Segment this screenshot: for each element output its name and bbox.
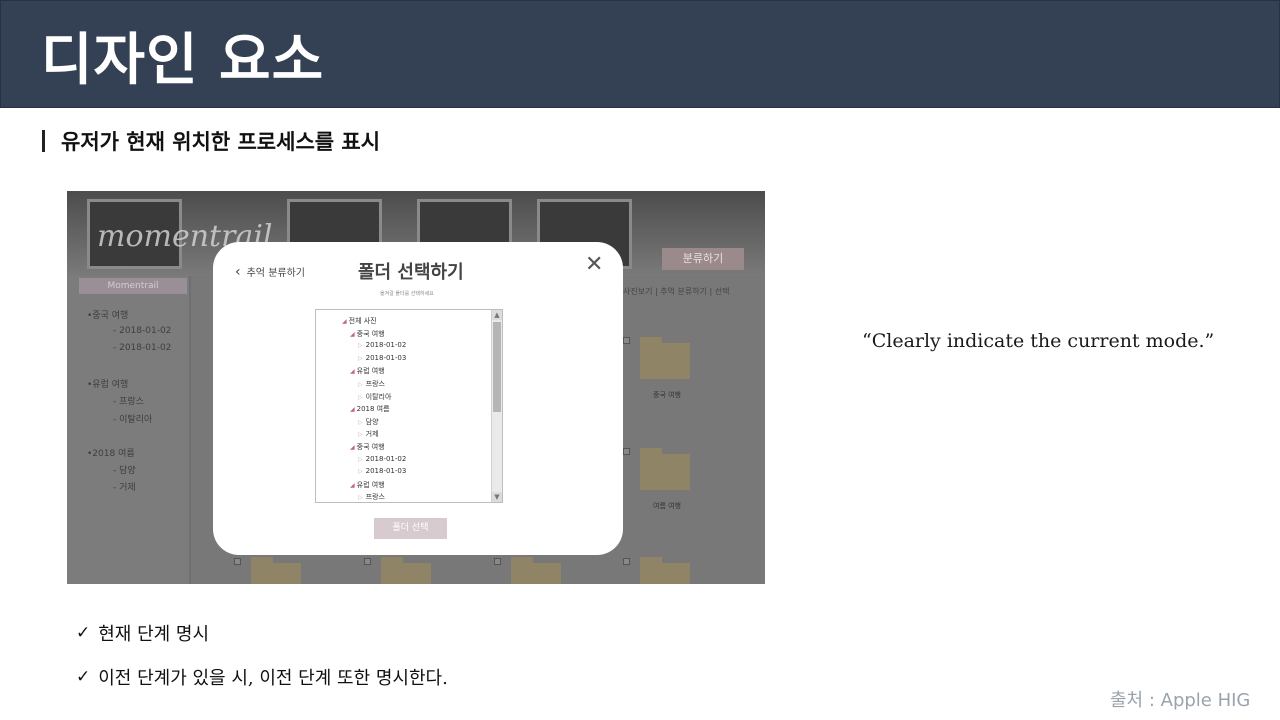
source-credit: 출처 : Apple HIG	[1110, 690, 1251, 711]
tree-item[interactable]: ▷ 프랑스	[358, 492, 385, 502]
tree-item-label: 담양	[365, 417, 379, 426]
folder-checkbox[interactable]	[364, 558, 371, 565]
scroll-up-arrow-icon[interactable]: ▲	[492, 310, 502, 320]
folder-icon[interactable]	[640, 557, 690, 584]
folder-checkbox[interactable]	[623, 448, 630, 455]
back-label: 추억 분류하기	[246, 268, 305, 279]
sidebar-item[interactable]: - 이탈리아	[113, 412, 152, 425]
tree-item[interactable]: ▷ 이탈리아	[358, 392, 391, 402]
tree-item-label: 이탈리아	[365, 392, 392, 401]
embedded-screenshot: momentrail 분류하기 Momentrail •중국 여행 - 2018…	[67, 191, 765, 584]
tree-item-label: 유럽 여행	[356, 367, 385, 376]
leaf-arrow-icon: ▷	[358, 468, 363, 476]
sidebar-item[interactable]: •2018 여름	[87, 446, 135, 459]
tree-item-label: 중국 여행	[356, 443, 385, 451]
folder-label: 여름 여행	[653, 502, 681, 510]
folder-icon[interactable]	[251, 557, 301, 584]
tree-item-label: 2018 여름	[356, 405, 390, 414]
check-icon: ✓	[76, 667, 91, 687]
tree-item[interactable]: ▷ 2018-01-03	[358, 467, 406, 475]
folder-checkbox[interactable]	[623, 337, 630, 344]
subtitle-text: 유저가 현재 위치한 프로세스를 표시	[61, 130, 381, 154]
folder-tree: ◢ 전체 사진 ◢ 중국 여행 ▷ 2018-01-02 ▷ 2018-01-03 ◢ 유럽 여행…	[315, 309, 503, 503]
sidebar-item[interactable]: - 2018-01-02	[113, 326, 171, 336]
tree-item[interactable]: ◢ 중국 여행	[350, 329, 385, 339]
tree-item[interactable]: ▷ 거제	[358, 429, 379, 439]
expand-caret-icon: ◢	[350, 368, 355, 376]
sidebar-item[interactable]: - 거제	[113, 480, 136, 493]
leaf-arrow-icon: ▷	[358, 381, 363, 388]
tree-item-label: 유럽 여행	[356, 480, 385, 489]
folder-checkbox[interactable]	[623, 558, 630, 565]
scrollbar-thumb[interactable]	[493, 322, 501, 412]
slide-title: 디자인 요소	[41, 28, 325, 93]
checklist-text: 현재 단계 명시	[98, 624, 210, 645]
expand-caret-icon: ◢	[350, 406, 355, 414]
folder-select-modal: ‹ 추억 분류하기 폴더 선택하기 ✕ 옮겨갈 폴더를 선택하세요 ◢ 전체 사진…	[213, 242, 623, 555]
modal-title: 폴더 선택하기	[358, 262, 464, 283]
title-bar: 디자인 요소	[0, 0, 1280, 108]
expand-caret-icon: ◢	[350, 481, 355, 489]
sidebar-item[interactable]: - 담양	[113, 463, 136, 476]
modal-subtitle: 옮겨갈 폴더를 선택하세요	[380, 291, 434, 297]
tree-item-label: 2018-01-03	[365, 467, 407, 476]
checklist-item: ✓ 이전 단계가 있을 시, 이전 단계 또한 명시한다.	[76, 664, 448, 690]
expand-caret-icon: ◢	[342, 318, 347, 325]
tree-item[interactable]: ◢ 2018 여름	[350, 404, 390, 414]
leaf-arrow-icon: ▷	[358, 393, 363, 401]
tree-item-label: 2018-01-02	[365, 341, 407, 350]
sidebar-item[interactable]: •유럽 여행	[87, 377, 128, 390]
chevron-left-icon: ‹	[235, 263, 241, 280]
close-icon[interactable]: ✕	[585, 254, 603, 276]
leaf-arrow-icon: ▷	[358, 431, 363, 439]
tree-item-label: 프랑스	[365, 380, 385, 388]
tree-item[interactable]: ◢ 유럽 여행	[350, 480, 385, 490]
sidebar-item[interactable]: - 프랑스	[113, 394, 144, 407]
leaf-arrow-icon: ▷	[358, 354, 363, 362]
tree-item[interactable]: ▷ 2018-01-02	[358, 341, 406, 349]
subtitle-row: 유저가 현재 위치한 프로세스를 표시	[42, 126, 380, 156]
folder-icon[interactable]	[511, 557, 561, 584]
tree-item[interactable]: ◢ 유럽 여행	[350, 366, 385, 376]
sidebar-item[interactable]: - 2018-01-02	[113, 343, 171, 353]
sidebar-item[interactable]: •중국 여행	[87, 308, 128, 321]
tree-item[interactable]: ▷ 담양	[358, 417, 379, 427]
folder-label: 중국 여행	[653, 391, 681, 399]
check-icon: ✓	[76, 623, 91, 643]
scrollbar[interactable]: ▲ ▼	[491, 310, 502, 502]
tree-item[interactable]: ◢ 전체 사진	[342, 316, 377, 326]
tree-item-label: 2018-01-03	[365, 353, 407, 362]
folder-icon[interactable]	[640, 448, 690, 490]
scroll-down-arrow-icon[interactable]: ▼	[492, 492, 502, 502]
select-folder-button[interactable]: 폴더 선택	[374, 518, 447, 539]
tree-item[interactable]: ▷ 2018-01-02	[358, 455, 406, 463]
tree-item[interactable]: ▷ 2018-01-03	[358, 354, 406, 362]
tree-item-label: 전체 사진	[348, 317, 377, 325]
folder-checkbox[interactable]	[494, 558, 501, 565]
sort-button[interactable]: 분류하기	[662, 248, 744, 270]
folder-icon[interactable]	[381, 557, 431, 584]
folder-icon[interactable]	[640, 337, 690, 379]
tree-item-label: 프랑스	[365, 493, 385, 502]
breadcrumb: 사진보기 | 추억 분류하기 | 선택	[623, 287, 730, 296]
subtitle-bar-marker	[42, 130, 45, 152]
leaf-arrow-icon: ▷	[358, 418, 363, 426]
tree-item[interactable]: ◢ 중국 여행	[350, 442, 385, 452]
folder-checkbox[interactable]	[234, 558, 241, 565]
expand-caret-icon: ◢	[350, 330, 355, 338]
sidebar-tab[interactable]: Momentrail	[79, 278, 187, 294]
expand-caret-icon: ◢	[350, 444, 355, 451]
quote-text: “Clearly indicate the current mode.”	[862, 330, 1215, 352]
checklist-item: ✓ 현재 단계 명시	[76, 620, 209, 646]
back-button[interactable]: ‹ 추억 분류하기	[235, 263, 305, 280]
tree-item-label: 2018-01-02	[365, 454, 407, 463]
checklist-text: 이전 단계가 있을 시, 이전 단계 또한 명시한다.	[98, 668, 448, 689]
tree-item[interactable]: ▷ 프랑스	[358, 379, 385, 389]
leaf-arrow-icon: ▷	[358, 455, 363, 463]
tree-item-label: 중국 여행	[356, 329, 385, 338]
leaf-arrow-icon: ▷	[358, 342, 363, 350]
leaf-arrow-icon: ▷	[358, 494, 363, 502]
tree-item-label: 거제	[365, 430, 379, 439]
sidebar: Momentrail •중국 여행 - 2018-01-02 - 2018-01…	[67, 276, 189, 584]
